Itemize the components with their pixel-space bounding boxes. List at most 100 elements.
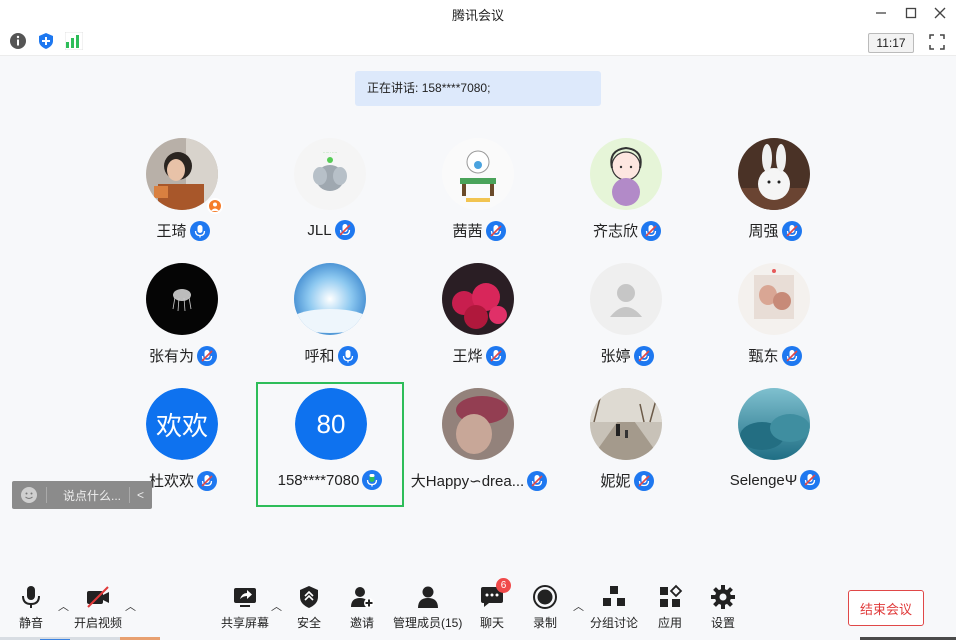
invite-button[interactable]: 邀请 (349, 584, 375, 631)
meeting-toolbar (0, 26, 956, 56)
participant-name: 齐志欣 (592, 223, 638, 240)
host-badge-icon (207, 198, 223, 214)
avatar: 80 (295, 388, 367, 460)
audio-options-chevron-icon[interactable]: ︿ (58, 598, 69, 614)
share-screen-button[interactable]: 共享屏幕 (221, 584, 269, 631)
security-shield-icon[interactable] (37, 32, 55, 50)
info-icon[interactable] (9, 32, 27, 50)
mic-icon[interactable] (189, 220, 210, 241)
mic-muted-icon[interactable] (527, 470, 548, 491)
members-label: 管理成员(15) (393, 616, 463, 630)
record-options-chevron-icon[interactable]: ︿ (573, 598, 584, 614)
close-button[interactable] (929, 3, 951, 23)
participant-name: 张有为 (148, 348, 194, 365)
participant-tile[interactable]: 周强 (701, 138, 849, 262)
chat-bubble-icon: 6 (479, 578, 511, 610)
mic-muted-icon[interactable] (641, 220, 661, 241)
participant-name: 周强 (748, 223, 779, 240)
avatar (294, 263, 366, 335)
network-signal-icon[interactable] (65, 32, 83, 50)
window-title: 腾讯会议 (451, 8, 504, 23)
speaking-banner: 正在讲话: 158****7080; (355, 71, 601, 106)
avatar: ······ ···· (294, 138, 366, 210)
avatar-initials: 80 (295, 388, 367, 460)
emoji-icon[interactable] (20, 486, 38, 504)
security-button[interactable]: 安全 (296, 584, 322, 631)
mic-muted-icon[interactable] (197, 470, 217, 491)
participant-name: 呼和 (304, 348, 335, 365)
speaking-label: 正在讲话: (367, 81, 419, 95)
participant-tile[interactable]: 王琦 (109, 138, 257, 262)
participant-tile[interactable]: ······ ···· JLL (257, 138, 405, 262)
microphone-icon (18, 584, 44, 610)
avatar (442, 388, 514, 460)
participant-tile[interactable]: SelengeΨ (701, 388, 849, 512)
gear-icon (710, 584, 736, 610)
participant-tile[interactable]: 茜茜 (405, 138, 553, 262)
avatar (590, 138, 662, 210)
participant-name: 妮妮 (600, 473, 631, 490)
apps-button[interactable]: 应用 (657, 584, 683, 631)
avatar (442, 263, 514, 335)
settings-label: 设置 (710, 616, 735, 630)
participant-tile[interactable]: 妮妮 (553, 388, 701, 512)
participant-tile[interactable]: 张有为 (109, 263, 257, 387)
end-meeting-button[interactable]: 结束会议 (848, 590, 924, 626)
video-options-chevron-icon[interactable]: ︿ (125, 598, 136, 614)
participant-name: 158****7080 (277, 471, 360, 489)
breakout-rooms-button[interactable]: 分组讨论 (590, 584, 638, 631)
mic-icon[interactable] (337, 345, 358, 366)
mute-button[interactable]: 静音 (18, 584, 44, 631)
participant-tile[interactable]: 王烨 (405, 263, 553, 387)
fullscreen-icon[interactable] (928, 33, 946, 51)
chat-button[interactable]: 6 聊天 (479, 578, 511, 631)
record-button[interactable]: 录制 (532, 584, 558, 631)
mic-muted-icon[interactable] (197, 345, 217, 366)
title-bar: 腾讯会议 (0, 0, 956, 26)
apps-grid-icon (657, 584, 683, 610)
breakout-label: 分组讨论 (590, 616, 639, 630)
share-label: 共享屏幕 (221, 616, 270, 630)
avatar (146, 263, 218, 335)
desktop-strip (0, 632, 956, 640)
maximize-button[interactable] (900, 3, 922, 23)
participant-tile[interactable]: 齐志欣 (553, 138, 701, 262)
participant-name: 王烨 (452, 348, 483, 365)
video-off-icon (85, 584, 111, 610)
start-video-button[interactable]: 开启视频 (74, 584, 122, 631)
record-icon (532, 584, 558, 610)
mic-muted-icon[interactable] (334, 220, 355, 240)
participant-tile-active-speaker[interactable]: 80 158****7080 (256, 382, 404, 507)
participant-tile[interactable]: 呼和 (257, 263, 405, 387)
share-options-chevron-icon[interactable]: ︿ (271, 598, 282, 614)
settings-button[interactable]: 设置 (710, 584, 736, 631)
chat-placeholder: 说点什么... (63, 488, 122, 503)
mic-muted-icon[interactable] (800, 470, 821, 490)
mic-muted-icon[interactable] (781, 345, 802, 366)
mic-muted-icon[interactable] (781, 220, 802, 241)
participant-tile[interactable]: 张婷 (553, 263, 701, 387)
share-screen-icon (232, 584, 258, 610)
participant-tile[interactable]: 甄东 (701, 263, 849, 387)
breakout-icon (601, 584, 627, 610)
mic-muted-icon[interactable] (633, 470, 654, 491)
minimize-button[interactable] (870, 3, 892, 23)
add-user-icon (349, 584, 375, 610)
avatar (738, 388, 810, 460)
mic-muted-icon[interactable] (485, 345, 506, 366)
avatar (738, 138, 810, 210)
collapse-chevron-icon[interactable]: < (137, 488, 144, 502)
avatar (590, 263, 662, 335)
mic-muted-icon[interactable] (633, 345, 654, 366)
meeting-clock: 11:17 (868, 33, 914, 53)
participant-tile[interactable]: 大Happy∽drea... (405, 388, 553, 512)
manage-members-button[interactable]: 管理成员(15) (393, 584, 462, 631)
participant-name: JLL (307, 221, 332, 239)
chat-quick-input[interactable]: 说点什么... < (12, 481, 152, 509)
mic-muted-icon[interactable] (485, 220, 506, 241)
bottom-toolbar: 静音 ︿ 开启视频 ︿ 共享屏幕 ︿ 安全 邀请 管理成员(15) 6 聊天 录… (0, 578, 956, 640)
participant-name: 大Happy∽drea... (410, 473, 525, 490)
mic-speaking-icon[interactable] (362, 470, 383, 490)
participant-name: 甄东 (748, 348, 779, 365)
chat-label: 聊天 (479, 616, 504, 630)
